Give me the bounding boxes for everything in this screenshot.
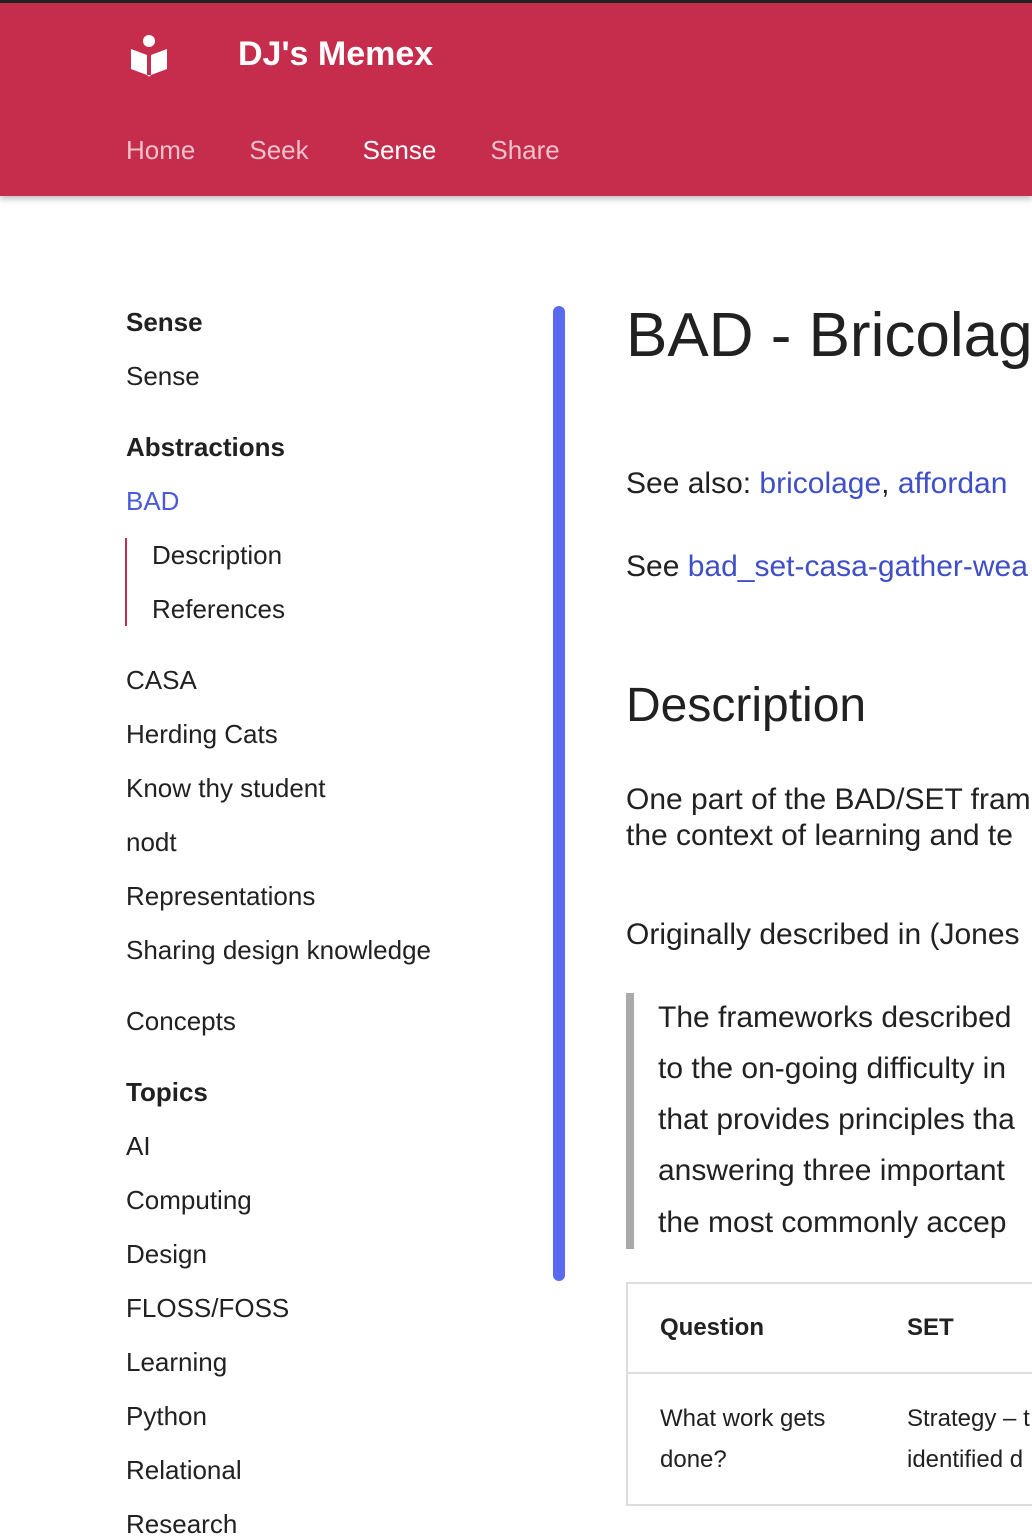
nav-sense[interactable]: Sense [363,135,437,166]
section-heading-abstractions: Abstractions [126,432,285,462]
cell-line: What work gets [660,1405,826,1432]
sidebar-item-relational[interactable]: Relational [126,1455,242,1486]
sidebar-item-python[interactable]: Python [126,1401,207,1432]
nav-seek[interactable]: Seek [249,135,308,166]
cell-line: done? [660,1446,727,1473]
link-bricolage[interactable]: bricolage [759,467,881,500]
header-set: SET [875,1283,1032,1374]
cell-line: identified d [907,1446,1024,1473]
sidebar-item-computing[interactable]: Computing [126,1185,252,1216]
book-reader-logo-icon[interactable] [130,33,168,77]
toc-indicator [125,538,127,626]
see-also-line: See also: bricolage, affordan [626,467,1008,500]
sidebar-item-design[interactable]: Design [126,1239,207,1270]
sidebar-item-learning[interactable]: Learning [126,1347,227,1378]
sidebar-item-know-thy-student[interactable]: Know thy student [126,773,325,804]
paragraph: Originally described in (Jones [626,918,1020,951]
bad-set-table: Question SET What work gets done? Strateg… [626,1282,1032,1506]
sidebar-item-representations[interactable]: Representations [126,881,315,912]
main-nav: Home Seek Sense Share [126,135,614,166]
nav-home[interactable]: Home [126,135,195,166]
quote-line: the most commonly accep [658,1206,1007,1239]
link-bad-set[interactable]: bad_set-casa-gather-wea [688,550,1028,583]
table-header-row: Question SET [627,1283,1032,1374]
sidebar-item-sense[interactable]: Sense [126,361,200,392]
table-cell: Strategy – t identified d [875,1373,1032,1506]
sidebar-item-casa[interactable]: CASA [126,665,197,696]
blockquote-bar [626,993,634,1249]
paragraph-line: the context of learning and te [626,819,1013,852]
toc-item-description[interactable]: Description [152,540,282,571]
toc-item-references[interactable]: References [152,594,285,625]
page-title: BAD - Bricolage [626,301,1032,370]
cell-line: Strategy – t [907,1405,1030,1432]
sidebar-item-bad[interactable]: BAD [126,486,179,517]
sidebar-item-sharing-design-knowledge[interactable]: Sharing design knowledge [126,935,431,966]
quote-line: that provides principles tha [658,1103,1015,1136]
quote-line: answering three important [658,1154,1005,1187]
table-row: What work gets done? Strategy – t identifi… [627,1373,1032,1506]
see-also-label: See also: [626,467,760,500]
see-label: See [626,550,688,583]
nav-share[interactable]: Share [490,135,559,166]
sidebar-item-floss[interactable]: FLOSS/FOSS [126,1293,289,1324]
see-line: See bad_set-casa-gather-wea [626,550,1028,584]
app-header: DJ's Memex Home Seek Sense Share [0,3,1032,196]
sidebar-item-herding-cats[interactable]: Herding Cats [126,719,278,750]
section-heading-topics: Topics [126,1077,208,1107]
table-cell: What work gets done? [627,1373,875,1506]
section-heading-description: Description [626,679,867,732]
sidebar-item-ai[interactable]: AI [126,1131,151,1162]
sidebar-item-nodt[interactable]: nodt [126,827,177,858]
paragraph-line: One part of the BAD/SET fram [626,783,1031,816]
site-title[interactable]: DJ's Memex [238,35,433,74]
link-affordance[interactable]: affordan [898,467,1008,500]
section-heading-sense: Sense [126,307,203,337]
sidebar-item-concepts[interactable]: Concepts [126,1006,236,1037]
sidebar-scrollbar[interactable] [553,306,565,1281]
sidebar-item-research[interactable]: Research [126,1509,237,1540]
quote-line: to the on-going difficulty in [658,1052,1007,1085]
header-question: Question [627,1283,875,1374]
quote-line: The frameworks described [658,1001,1012,1034]
